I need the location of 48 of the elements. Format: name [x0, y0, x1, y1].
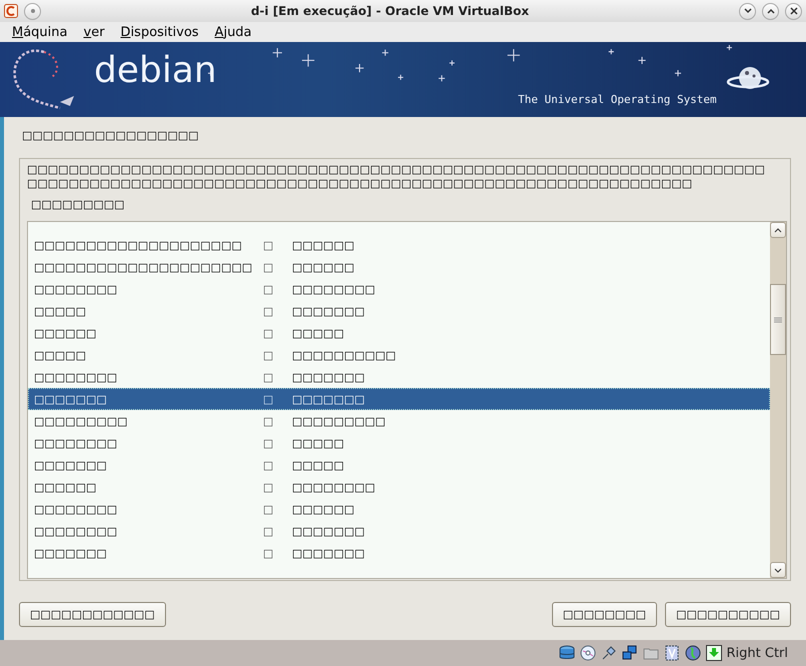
tagline: The Universal Operating System [518, 93, 717, 106]
list-row[interactable]: □□□□□□□ □ □□□□□□□ [28, 542, 770, 564]
list-row[interactable]: □□□□□□□□□ □ □□□□□□□□□ [28, 410, 770, 432]
list-row[interactable]: □□□□□□ □ □□□□□ [28, 322, 770, 344]
scroll-up-icon[interactable] [770, 222, 786, 238]
list-row[interactable]: □□□□□ □ □□□□□□□□□□ [28, 344, 770, 366]
description-text: □□□□□□□□□□□□□□□□□□□□□□□□□□□□□□□□□□□□□□□□□□□□□□□□□□□□□□□□□□□□□□□□□□□□□□□□□□□□□□□□□□□□□□□□□□□□□□□□□□□□□□□□□□□□□□□□□□□□□□□□□□□□□□□□□□□□□□□ [27, 163, 766, 191]
close-button[interactable] [785, 2, 802, 20]
menu-item[interactable]: Ajuda [214, 24, 252, 40]
window-menu-button[interactable] [24, 2, 41, 20]
chip-icon [664, 645, 680, 661]
window-title: d-i [Em execução] - Oracle VM VirtualBox [250, 4, 530, 18]
list-row[interactable]: □□□□□□□□ □ □□□□□□□ [28, 366, 770, 388]
close-icon [790, 7, 798, 15]
list-row[interactable]: □□□□□□□□ □ □□□□□□□□ [28, 278, 770, 300]
menu-item[interactable]: Máquina [12, 24, 68, 40]
globe-icon [684, 645, 700, 661]
dot-icon [30, 8, 36, 14]
host-key-label: Right Ctrl [726, 646, 788, 660]
app-icon [4, 4, 18, 18]
minimize-button[interactable] [739, 2, 756, 20]
dialog-button[interactable]: □□□□□□□□□□ [665, 602, 791, 627]
back-button[interactable]: □□□□□□□□□□□□ [19, 602, 166, 627]
maximize-button[interactable] [762, 2, 779, 20]
list-row[interactable]: □□□□□ □ □□□□□□□ [28, 300, 770, 322]
list-row[interactable]: □□□□□□□□□□□□□□□□□□□□ □ □□□□□□ [28, 234, 770, 256]
list-row[interactable]: □□□□□□□□□□□□□□□□□□□□□ □ □□□□□□ [28, 256, 770, 278]
chevron-down-icon [744, 8, 752, 14]
hard-disk-icon [558, 645, 574, 661]
menu-item[interactable]: ver [84, 24, 105, 40]
usb-plug-icon [600, 645, 616, 661]
prompt-label: □□□□□□□□□ [31, 198, 126, 213]
dialog-button[interactable]: □□□□□□□□ [552, 602, 658, 627]
list-row[interactable]: □□□□□□□ □ □□□□□□□ [28, 388, 770, 410]
menu-item[interactable]: Dispositivos [120, 24, 199, 40]
page-title: □□□□□□□□□□□□□□□□□ [22, 128, 200, 144]
list-row[interactable]: □□□□□□□ □ □□□□□ [28, 454, 770, 476]
scroll-down-icon[interactable] [770, 562, 786, 578]
scroll-thumb[interactable] [770, 284, 786, 355]
list-row[interactable]: □□□□□□□□ □ □□□□□□ [28, 498, 770, 520]
network-icon [622, 645, 638, 661]
list-row[interactable]: □□□□□□□□ □ □□□□□ [28, 432, 770, 454]
list-row[interactable]: □□□□□□ □ □□□□□□□□ [28, 476, 770, 498]
scrollbar[interactable] [770, 222, 786, 578]
disc-icon [580, 645, 596, 661]
chevron-up-icon [766, 8, 774, 14]
list-row[interactable]: □□□□□□□□ □ □□□□□□□ [28, 520, 770, 542]
logo-text: debian [94, 50, 217, 91]
